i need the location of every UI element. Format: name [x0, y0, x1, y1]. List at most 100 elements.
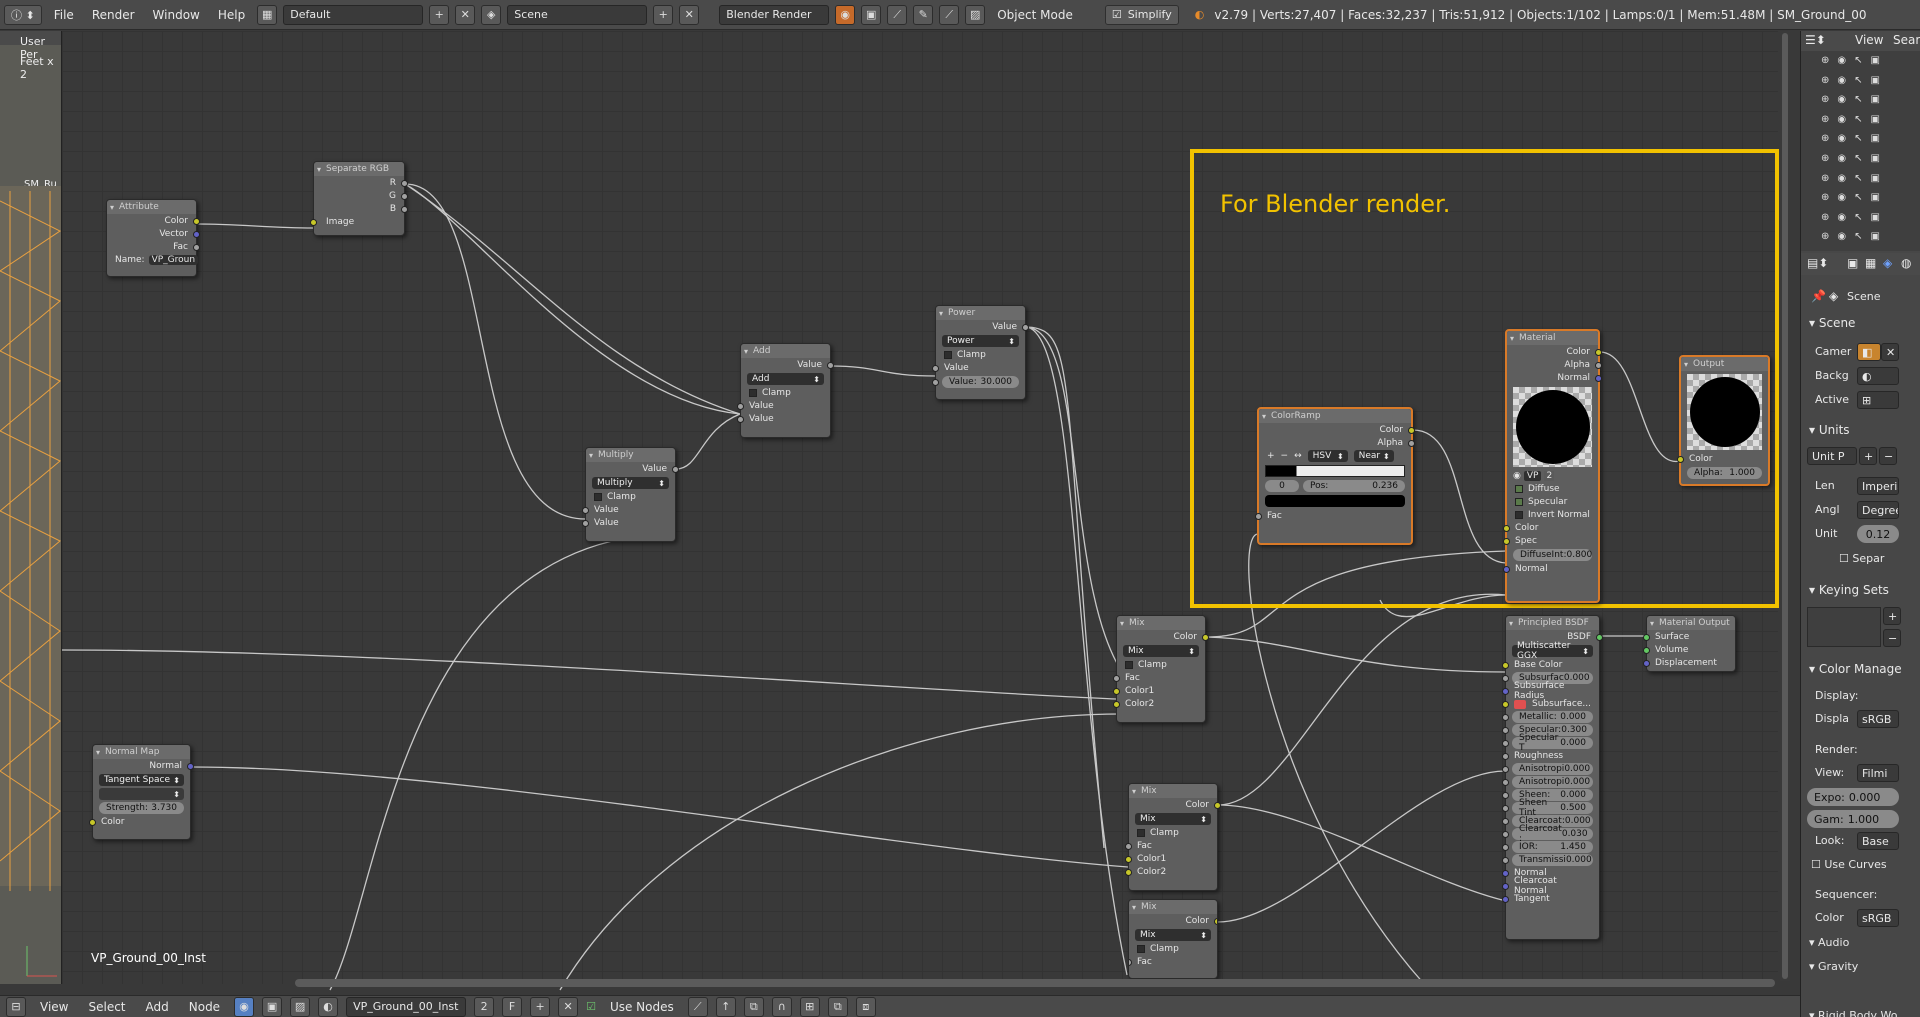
output-socket[interactable]	[193, 230, 200, 238]
expand-icon[interactable]: ⊕	[1821, 75, 1829, 89]
shader-tree-icon[interactable]: ◉	[234, 996, 255, 1017]
attribute-name-field[interactable]: VP_Groun	[148, 255, 199, 265]
display-device-select[interactable]: sRGB	[1857, 710, 1899, 728]
node-mix-3[interactable]: Mix Color Mix Clamp Fac	[1128, 899, 1218, 979]
space-select[interactable]: Tangent Space	[99, 774, 184, 786]
outliner-row[interactable]: ⊕ ◉ ↖ ▣	[1821, 114, 1917, 128]
node-add[interactable]: Add Value Add Clamp Value Value	[737, 343, 834, 438]
input-socket[interactable]	[1125, 868, 1132, 876]
editor-type-icon[interactable]: ⊟	[6, 996, 26, 1017]
add-preset-icon[interactable]: +	[1859, 447, 1877, 465]
eye-icon[interactable]: ◉	[1837, 192, 1846, 206]
input-socket[interactable]	[1125, 842, 1132, 850]
cursor-icon[interactable]: ↖	[1854, 173, 1862, 187]
distribution-select[interactable]: Multiscatter GGX	[1512, 641, 1593, 661]
texture-icon[interactable]: ▨	[965, 4, 986, 25]
clamp-checkbox[interactable]	[1137, 829, 1145, 837]
camera-icon[interactable]: ▣	[1871, 192, 1880, 206]
input-socket[interactable]	[932, 378, 939, 386]
material-name-field[interactable]: VP	[1523, 471, 1542, 481]
eye-icon[interactable]: ◉	[1837, 231, 1846, 245]
input-socket[interactable]	[582, 519, 589, 527]
output-socket[interactable]	[827, 361, 834, 369]
remove-keying-set-icon[interactable]: −	[1883, 629, 1901, 647]
input-socket[interactable]	[1502, 895, 1509, 903]
invert-normal-checkbox[interactable]	[1515, 511, 1523, 519]
input-socket[interactable]	[89, 818, 96, 826]
clamp-row[interactable]: Clamp	[1129, 943, 1217, 955]
bsdf-input-row[interactable]: Anisotropi 0.000	[1502, 763, 1593, 775]
look-select[interactable]: Base	[1857, 832, 1899, 850]
diffuse-intensity-field[interactable]: DiffuseInt: 0.800	[1513, 549, 1592, 561]
bsdf-input-row[interactable]: Subsurface Radius	[1502, 681, 1599, 701]
bsdf-input-row[interactable]: Clearcoat Normal	[1502, 876, 1599, 896]
use-nodes-checkbox-icon[interactable]: ☑	[586, 1000, 596, 1013]
vertical-scrollbar-thumb[interactable]	[1782, 33, 1788, 979]
node-separate-rgb[interactable]: Separate RGB R G B Image	[310, 161, 408, 236]
outliner-editor-icon[interactable]: ☰⬍	[1805, 33, 1826, 47]
expand-icon[interactable]: ⊕	[1821, 231, 1829, 245]
sequencer-color-select[interactable]: sRGB	[1857, 909, 1899, 927]
fake-user-toggle[interactable]: F	[502, 996, 523, 1017]
camera-icon[interactable]: ▣	[1871, 212, 1880, 226]
magnet-icon[interactable]: ∩	[771, 996, 792, 1017]
eye-icon[interactable]: ◉	[1837, 114, 1846, 128]
menu-window[interactable]: Window	[147, 8, 206, 22]
material-users[interactable]: 2	[1544, 471, 1555, 481]
output-socket[interactable]	[1408, 439, 1415, 447]
eye-icon[interactable]: ◉	[1837, 153, 1846, 167]
stop-position-field[interactable]: Pos: 0.236	[1303, 480, 1405, 492]
input-socket[interactable]	[1502, 752, 1509, 760]
output-socket[interactable]	[1214, 917, 1217, 925]
blend-select[interactable]: Mix	[1135, 929, 1211, 941]
active-clip-field[interactable]: ⊞	[1857, 391, 1899, 409]
render-tab-icon[interactable]: ▣	[1847, 256, 1858, 270]
specular-row[interactable]: Specular	[1507, 496, 1598, 508]
clamp-row[interactable]: Clamp	[741, 387, 830, 399]
go-parent-icon[interactable]: ↑	[715, 996, 736, 1017]
ruler-icon[interactable]: ⟋	[939, 4, 960, 25]
node-attribute[interactable]: Attribute Color Vector Fac Name:VP_Groun	[106, 199, 200, 277]
menu-render[interactable]: Render	[86, 8, 141, 22]
material-slot-icon[interactable]: ◐	[318, 996, 339, 1017]
input-socket[interactable]	[1643, 659, 1650, 667]
separate-units-label[interactable]: ☐ Separ	[1839, 552, 1884, 565]
scene-tab-icon[interactable]: ◈	[1883, 256, 1892, 270]
input-socket[interactable]	[1502, 674, 1509, 682]
vertical-scrollbar-track[interactable]	[1780, 31, 1790, 981]
view-transform-select[interactable]: Filmi	[1857, 764, 1899, 782]
stop-color-swatch[interactable]	[1265, 495, 1405, 507]
outliner-row[interactable]: ⊕ ◉ ↖ ▣	[1821, 133, 1917, 147]
remove-scene-icon[interactable]: ✕	[679, 4, 700, 25]
cursor-icon[interactable]: ↖	[1854, 212, 1862, 226]
cursor-icon[interactable]: ↖	[1854, 75, 1862, 89]
camera-icon[interactable]: ▣	[1871, 75, 1880, 89]
input-socket[interactable]	[1125, 855, 1132, 863]
diffuse-row[interactable]: Diffuse	[1507, 483, 1598, 495]
input-socket[interactable]	[1502, 830, 1509, 838]
input-socket[interactable]	[582, 506, 589, 514]
input-socket[interactable]	[1502, 843, 1509, 851]
outliner[interactable]: ☰⬍ View Searc ⊕ ◉ ↖ ▣ ⊕ ◉ ↖ ▣ ⊕ ◉ ↖ ▣ ⊕ ◉ ↖ ▣ ⊕ ◉ ↖ ▣ ⊕ ◉ ↖ ▣ ⊕ ◉…	[1801, 31, 1920, 251]
blend-select[interactable]: Mix	[1123, 645, 1199, 657]
menu-file[interactable]: File	[48, 8, 80, 22]
input-socket[interactable]	[737, 415, 744, 423]
material-datablock[interactable]: ◉ VP 2	[1507, 470, 1598, 482]
add-stop-icon[interactable]: +	[1267, 451, 1275, 461]
flip-icon[interactable]: ↔	[1294, 451, 1302, 461]
menu-add[interactable]: Add	[140, 1000, 175, 1014]
bsdf-input-row[interactable]: IOR: 1.450	[1502, 841, 1593, 853]
scene-field[interactable]: Scene	[507, 4, 648, 25]
input-socket[interactable]	[1643, 633, 1650, 641]
length-unit-select[interactable]: Imperia	[1857, 477, 1899, 495]
uv-map-field[interactable]	[99, 788, 184, 800]
clamp-checkbox[interactable]	[1137, 945, 1145, 953]
eye-icon[interactable]: ◉	[1837, 75, 1846, 89]
expand-icon[interactable]: ⊕	[1821, 55, 1829, 69]
info-editor-type-button[interactable]: ⓘ ⬍	[4, 4, 42, 25]
input-socket[interactable]	[1113, 700, 1120, 708]
gamma-field[interactable]: Gam: 1.000	[1807, 810, 1899, 828]
menu-view[interactable]: View	[34, 1000, 74, 1014]
keying-sets-list[interactable]	[1807, 607, 1881, 647]
input-socket[interactable]	[1502, 856, 1509, 864]
